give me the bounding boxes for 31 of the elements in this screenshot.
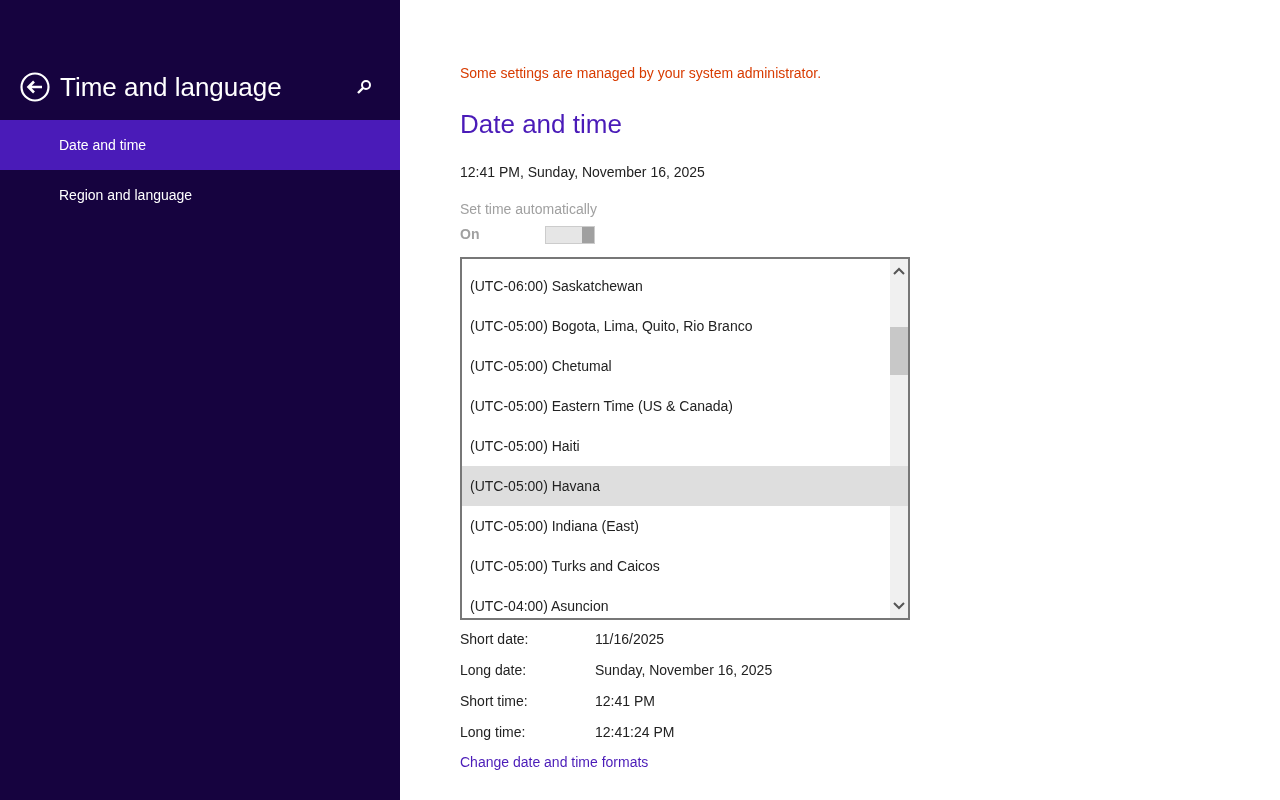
list-option[interactable]: (UTC-05:00) Haiti xyxy=(462,426,890,466)
setting-label: Set time automatically xyxy=(460,201,597,217)
nav-item[interactable]: Date and time xyxy=(0,120,400,170)
scroll-down-icon[interactable] xyxy=(893,602,905,610)
list-option[interactable]: (UTC-05:00) Turks and Caicos xyxy=(462,546,890,586)
list-option[interactable]: (UTC-05:00) Chetumal xyxy=(462,346,890,386)
scroll-up-icon[interactable] xyxy=(893,267,905,275)
list-option[interactable]: (UTC-04:00) Asuncion xyxy=(462,586,890,618)
back-icon[interactable] xyxy=(20,71,50,102)
section-heading: Date and time xyxy=(460,108,623,141)
search-icon[interactable] xyxy=(356,78,372,95)
page-title: Time and language xyxy=(60,70,282,104)
list-option[interactable]: (UTC-06:00) Saskatchewan xyxy=(462,266,890,306)
format-value: 12:41 PM xyxy=(595,692,655,711)
admin-notice: Some settings are managed by your system administrator. xyxy=(460,64,823,83)
current-datetime: 12:41 PM, Sunday, November 16, 2025 xyxy=(460,163,706,182)
list-option[interactable]: (UTC-05:00) Eastern Time (US & Canada) xyxy=(462,386,890,426)
change-formats-link[interactable]: Change date and time formats xyxy=(460,752,649,773)
format-value: 12:41:24 PM xyxy=(595,723,675,742)
format-value: 11/16/2025 xyxy=(595,630,665,649)
format-label: Long date: xyxy=(460,661,528,680)
toggle-state: On xyxy=(460,225,481,244)
list-option[interactable]: (UTC-05:00) Indiana (East) xyxy=(462,506,890,546)
list-option[interactable]: (UTC-05:00) Bogota, Lima, Quito, Rio Branco xyxy=(462,306,890,346)
nav-item[interactable]: Region and language xyxy=(0,170,400,220)
format-label: Long time: xyxy=(460,723,527,742)
scroll-thumb[interactable] xyxy=(890,327,908,375)
list-option[interactable]: (UTC-05:00) Havana xyxy=(462,466,908,506)
format-label: Short date: xyxy=(460,630,530,649)
format-label: Short time: xyxy=(460,692,529,711)
format-value: Sunday, November 16, 2025 xyxy=(595,661,773,680)
